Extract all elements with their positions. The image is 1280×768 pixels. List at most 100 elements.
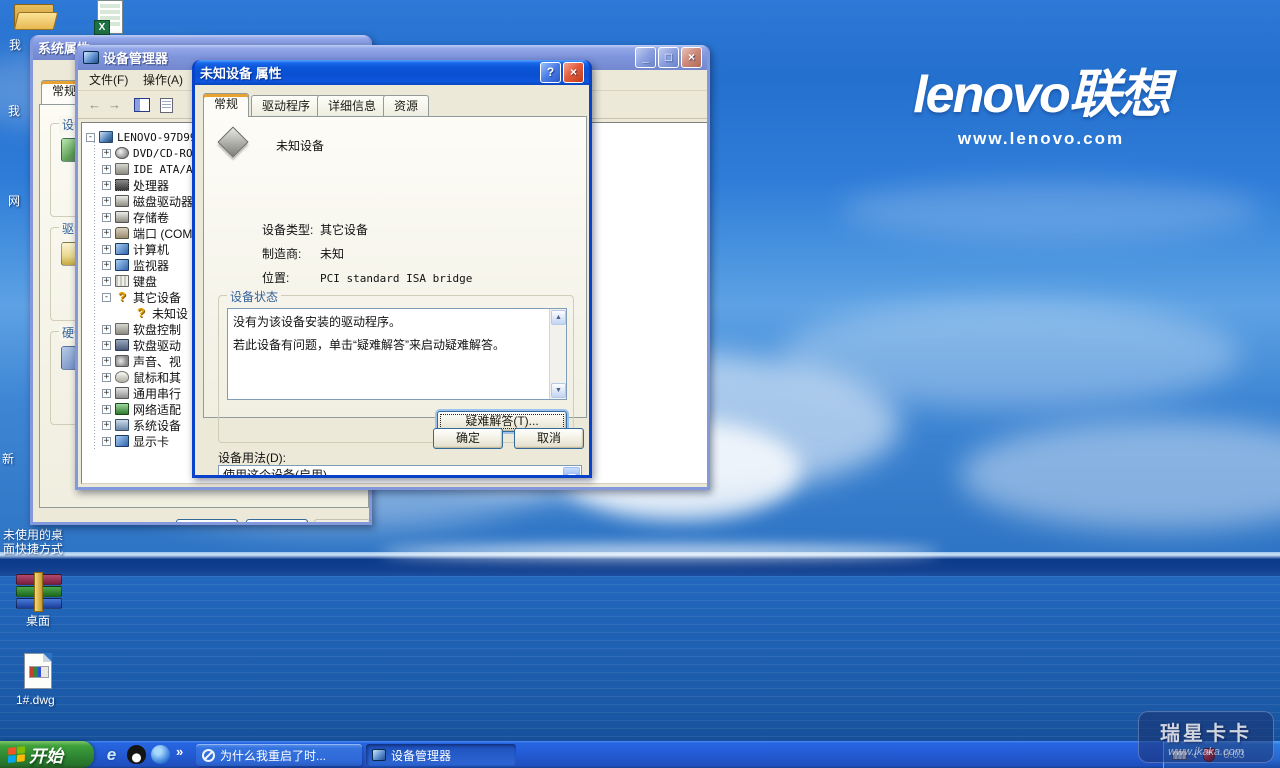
tree-item[interactable]: + 软盘驱动: [102, 337, 181, 353]
tab-general[interactable]: 常规: [203, 93, 250, 117]
tab-driver[interactable]: 驱动程序: [251, 95, 322, 116]
dwg-icon-label[interactable]: 1#.dwg: [16, 693, 55, 707]
tree-item-label: 键盘: [133, 274, 158, 289]
dialog-cancel-button[interactable]: 取消: [514, 428, 584, 449]
tree-item[interactable]: + IDE ATA/A: [102, 161, 193, 177]
tree-item-unknown-device[interactable]: 未知设: [134, 305, 188, 321]
expand-toggle[interactable]: +: [102, 276, 111, 286]
expand-toggle[interactable]: -: [86, 132, 95, 142]
dialog-titlebar[interactable]: 未知设备 属性 ? ×: [195, 60, 589, 85]
expand-toggle[interactable]: +: [102, 228, 111, 238]
tree-item[interactable]: + 鼠标和其: [102, 369, 181, 385]
expand-toggle[interactable]: +: [102, 420, 111, 430]
expand-toggle[interactable]: +: [102, 436, 111, 446]
tree-item[interactable]: + 端口 (COM: [102, 225, 192, 241]
folder-icon[interactable]: [13, 0, 59, 30]
tree-item-label: 通用串行: [133, 386, 182, 401]
sysprops-ok-button[interactable]: 确定: [176, 519, 238, 522]
tree-item[interactable]: + 键盘: [102, 273, 157, 289]
minimize-button[interactable]: _: [635, 47, 656, 68]
excel-file-icon[interactable]: [94, 0, 123, 35]
horizon-glow: [380, 545, 940, 559]
unused-shortcuts-label[interactable]: 未使用的桌面快捷方式: [3, 528, 67, 556]
webpage-icon: [202, 748, 215, 762]
chevron-more-icon[interactable]: »: [176, 744, 183, 759]
sysprops-apply-button[interactable]: 应用(A): [314, 519, 369, 522]
tree-item[interactable]: + 显示卡: [102, 433, 169, 449]
tree-item-label: 鼠标和其: [133, 370, 182, 385]
desktop-icon-label[interactable]: 新: [2, 450, 14, 467]
tree-item[interactable]: + 软盘控制: [102, 321, 181, 337]
scroll-up-icon[interactable]: ▲: [551, 310, 566, 325]
expand-toggle[interactable]: +: [102, 212, 111, 222]
menu-action[interactable]: 操作(A): [136, 70, 190, 90]
computer-icon: [99, 131, 113, 143]
tree-item[interactable]: + 通用串行: [102, 385, 181, 401]
tab-resources[interactable]: 资源: [383, 95, 430, 116]
desktop-icon-label[interactable]: 网: [8, 192, 20, 209]
tree-item-label: DVD/CD-RO: [133, 146, 193, 160]
expand-toggle[interactable]: +: [102, 388, 111, 398]
tree-item-label: 软盘驱动: [133, 338, 182, 353]
disk-drive-icon: [115, 195, 129, 207]
expand-toggle[interactable]: +: [102, 340, 111, 350]
device-usage-select[interactable]: 使用这个设备(启用): [218, 465, 582, 475]
sysprops-cancel-button[interactable]: 取消: [246, 519, 308, 522]
back-icon[interactable]: ←: [84, 95, 105, 116]
expand-toggle[interactable]: +: [102, 244, 111, 254]
expand-toggle[interactable]: +: [102, 196, 111, 206]
taskbar-item-device-manager[interactable]: 设备管理器: [366, 744, 516, 766]
quick-launch-icon[interactable]: [151, 745, 170, 764]
tree-item-label: IDE ATA/A: [133, 162, 193, 176]
internet-explorer-icon[interactable]: e: [102, 745, 121, 764]
console-tree-icon[interactable]: [134, 98, 150, 112]
scroll-down-icon[interactable]: ▼: [551, 383, 566, 398]
tree-item[interactable]: + DVD/CD-RO: [102, 145, 193, 161]
dwg-file-icon[interactable]: [24, 653, 52, 689]
tree-item[interactable]: + 网络适配: [102, 401, 181, 417]
close-icon[interactable]: ×: [681, 47, 702, 68]
expand-toggle[interactable]: +: [102, 324, 111, 334]
tree-item[interactable]: + 监视器: [102, 257, 169, 273]
scrollbar[interactable]: ▲ ▼: [549, 309, 566, 399]
expand-toggle[interactable]: +: [102, 372, 111, 382]
expand-toggle[interactable]: +: [102, 404, 111, 414]
expand-toggle[interactable]: +: [102, 148, 111, 158]
close-icon[interactable]: ×: [563, 62, 584, 83]
taskbar-item-browser[interactable]: 为什么我重启了时...: [196, 744, 362, 766]
expand-toggle[interactable]: +: [102, 164, 111, 174]
qq-icon[interactable]: [127, 745, 146, 764]
dialog-ok-button[interactable]: 确定: [433, 428, 503, 449]
tree-item[interactable]: + 声音、视: [102, 353, 181, 369]
tree-item-label: 计算机: [133, 242, 170, 257]
tree-item[interactable]: + 处理器: [102, 177, 169, 193]
tree-item[interactable]: - LENOVO-97D99: [86, 129, 196, 145]
expand-toggle[interactable]: -: [102, 292, 111, 302]
tab-details[interactable]: 详细信息: [317, 95, 388, 116]
tree-item[interactable]: - 其它设备: [102, 289, 181, 305]
menu-file[interactable]: 文件(F): [82, 70, 135, 90]
properties-icon[interactable]: [160, 98, 173, 113]
expand-toggle[interactable]: +: [102, 356, 111, 366]
tree-item-label: 端口 (COM: [133, 226, 193, 241]
tree-item[interactable]: + 存储卷: [102, 209, 169, 225]
tree-item-label: 声音、视: [133, 354, 182, 369]
floppy-controller-icon: [115, 323, 129, 335]
expand-toggle[interactable]: +: [102, 260, 111, 270]
watermark-title: 瑞星卡卡: [1160, 723, 1252, 745]
forward-icon[interactable]: →: [104, 95, 125, 116]
start-button[interactable]: 开始: [0, 741, 94, 768]
tree-item[interactable]: + 系统设备: [102, 417, 181, 433]
status-line: 若此设备有问题，单击“疑难解答”来启动疑难解答。: [233, 338, 505, 352]
tree-item[interactable]: + 计算机: [102, 241, 169, 257]
tree-item-label: LENOVO-97D99: [117, 130, 197, 144]
desktop-icon-label[interactable]: 我: [8, 102, 20, 119]
tree-item[interactable]: + 磁盘驱动器: [102, 193, 193, 209]
chevron-down-icon[interactable]: [563, 467, 580, 475]
help-icon[interactable]: ?: [540, 62, 561, 83]
expand-toggle[interactable]: +: [102, 180, 111, 190]
winrar-archive-icon[interactable]: [16, 572, 62, 612]
rar-icon-label[interactable]: 桌面: [26, 612, 50, 629]
desktop-icon-label[interactable]: 我: [9, 36, 21, 53]
maximize-button[interactable]: □: [658, 47, 679, 68]
